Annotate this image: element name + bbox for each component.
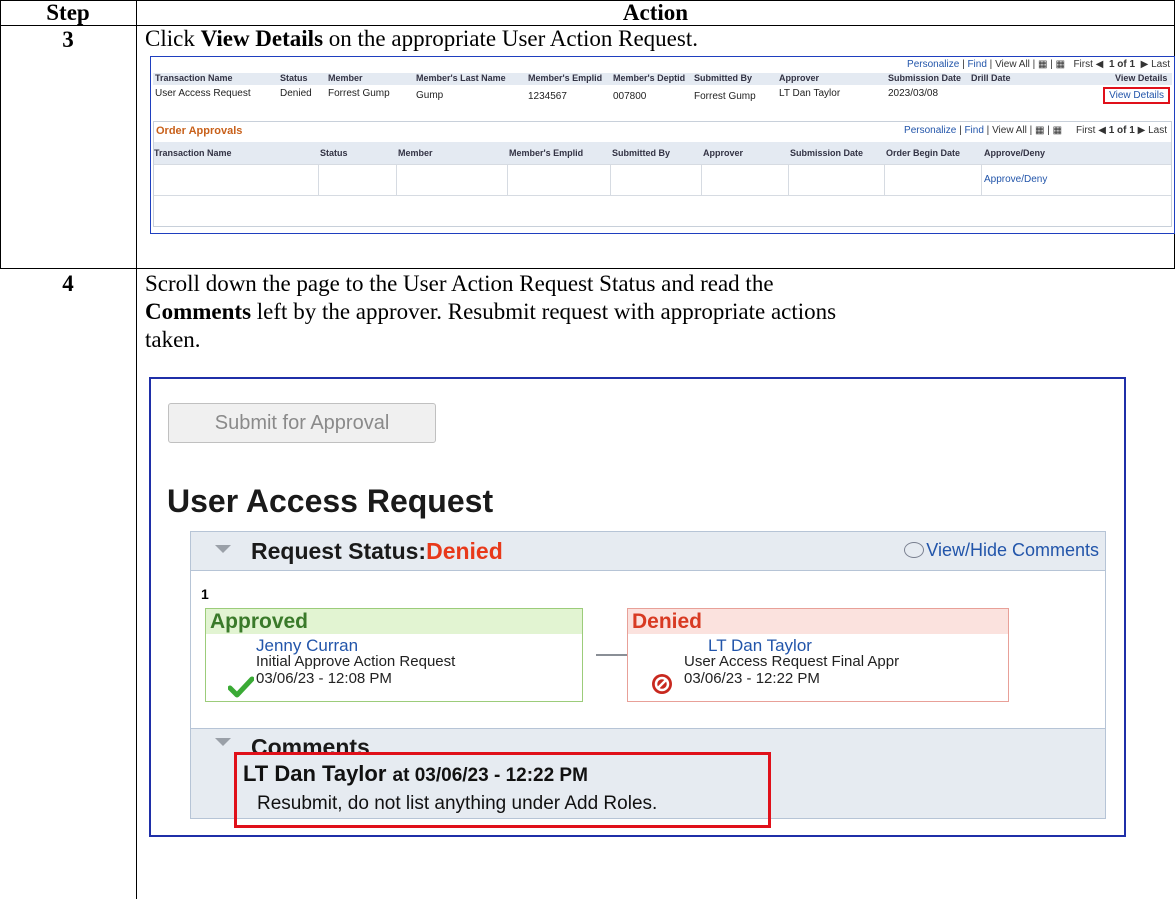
find-link[interactable]: Find [964, 125, 983, 136]
collapse-triangle-icon[interactable] [215, 545, 231, 553]
view-details-screenshot: Personalize | Find | View All | ▦ | ▦ Fi… [150, 56, 1175, 234]
step4-instruction: Scroll down the page to the User Action … [145, 270, 836, 354]
step4-line3: taken. [145, 327, 201, 352]
cell-last-name: Gump [416, 90, 444, 101]
cell-member: Forrest Gump [328, 88, 390, 99]
cell-status: Denied [280, 88, 312, 99]
speech-bubble-icon [904, 542, 925, 558]
view-all-link[interactable]: View All [992, 125, 1027, 136]
col-approve-deny: Approve/Deny [984, 148, 1046, 158]
personalize-link[interactable]: Personalize [907, 59, 959, 70]
prohibited-icon [652, 674, 672, 694]
column-divider [136, 0, 137, 899]
view-all-link[interactable]: View All [995, 59, 1030, 70]
table-row: Approve/Deny [154, 164, 1171, 196]
view-hide-comments-link[interactable]: View/Hide Comments [904, 540, 1099, 561]
cell-submission-date: 2023/03/08 [888, 88, 939, 99]
order-approvals-title: Order Approvals [156, 125, 243, 137]
col-member: Member [328, 73, 363, 83]
request-status-label: Request Status:Denied [251, 538, 503, 564]
order-approvals-panel: Order Approvals Personalize | Find | Vie… [153, 121, 1172, 227]
denied-card: Denied LT Dan Taylor User Access Request… [627, 608, 1009, 702]
denial-datetime: 03/06/23 - 12:22 PM [684, 670, 820, 687]
step3-instruction: Click View Details on the appropriate Us… [145, 26, 698, 51]
grid-header: Transaction Name Status Member Member's … [153, 73, 1172, 85]
grid-navigation: Personalize | Find | View All | ▦ | ▦ Fi… [907, 59, 1170, 70]
first-link[interactable]: First [1076, 125, 1095, 136]
order-approvals-navigation: Personalize | Find | View All | ▦ | ▦ Fi… [904, 125, 1167, 136]
step-header: Step [46, 0, 90, 25]
approval-datetime: 03/06/23 - 12:08 PM [256, 670, 392, 687]
request-status-header[interactable]: Request Status:Denied View/Hide Comments [191, 532, 1105, 571]
last-link[interactable]: Last [1151, 59, 1170, 70]
submit-for-approval-button[interactable]: Submit for Approval [168, 403, 436, 443]
col-submitted-by: Submitted By [694, 73, 753, 83]
approved-card: Approved Jenny Curran Initial Approve Ac… [205, 608, 583, 702]
table-row: User Access Request Denied Forrest Gump … [153, 86, 1172, 106]
approve-deny-link[interactable]: Approve/Deny [984, 174, 1047, 185]
page-count: 1 of 1 [1108, 125, 1135, 136]
cell-deptid: 007800 [613, 91, 647, 102]
col-emplid: Member's Emplid [528, 73, 603, 83]
step4-line1: Scroll down the page to the User Action … [145, 271, 774, 296]
find-link[interactable]: Find [967, 59, 986, 70]
col-member: Member [398, 148, 433, 158]
col-approver: Approver [779, 73, 820, 83]
cell-transaction: User Access Request [155, 88, 251, 99]
col-submission-date: Submission Date [790, 148, 864, 158]
denied-card-header: Denied [628, 609, 1008, 635]
collapse-triangle-icon[interactable] [215, 738, 231, 746]
checkmark-icon [228, 676, 254, 698]
step4-line2: Comments left by the approver. Resubmit … [145, 299, 837, 324]
procedure-table: Step Action 3 Click View Details on the … [0, 0, 1175, 899]
row-divider [0, 268, 1175, 269]
first-link[interactable]: First [1073, 59, 1092, 70]
page-title: User Access Request [167, 483, 494, 519]
col-submitted-by: Submitted By [612, 148, 671, 158]
col-approver: Approver [703, 148, 744, 158]
personalize-link[interactable]: Personalize [904, 125, 956, 136]
action-header: Action [622, 0, 689, 25]
col-submission-date: Submission Date [888, 73, 962, 83]
view-details-link[interactable]: View Details [1103, 87, 1170, 104]
approved-card-header: Approved [206, 609, 582, 635]
col-status: Status [280, 73, 308, 83]
page-count: 1 of 1 [1108, 59, 1136, 70]
cell-submitted-by: Forrest Gump [694, 91, 756, 102]
status-value: Denied [426, 538, 503, 564]
col-last-name: Member's Last Name [416, 73, 506, 83]
col-transaction-name: Transaction Name [154, 148, 232, 158]
step-number-3: 3 [62, 27, 74, 52]
col-drill-date: Drill Date [971, 73, 1011, 83]
col-deptid: Member's Deptid [613, 73, 686, 83]
comment-author: LT Dan Taylor at 03/06/23 - 12:22 PM [243, 761, 588, 786]
approval-action: Initial Approve Action Request [256, 653, 456, 670]
request-status-screenshot: Submit for Approval User Access Request … [149, 377, 1126, 837]
col-order-begin-date: Order Begin Date [886, 148, 961, 158]
col-transaction-name: Transaction Name [155, 73, 233, 83]
comment-text: Resubmit, do not list anything under Add… [257, 793, 658, 814]
cell-approver: LT Dan Taylor [779, 88, 841, 99]
col-view-details: View Details [1115, 73, 1168, 83]
order-approvals-header: Transaction Name Status Member Member's … [154, 142, 1171, 164]
sequence-number: 1 [201, 586, 209, 602]
step-number-4: 4 [62, 271, 74, 296]
cell-emplid: 1234567 [528, 91, 567, 102]
col-emplid: Member's Emplid [509, 148, 584, 158]
denial-action: User Access Request Final Appr [684, 653, 900, 670]
col-status: Status [320, 148, 348, 158]
comment-highlight: LT Dan Taylor at 03/06/23 - 12:22 PM Res… [234, 752, 771, 828]
last-link[interactable]: Last [1148, 125, 1167, 136]
